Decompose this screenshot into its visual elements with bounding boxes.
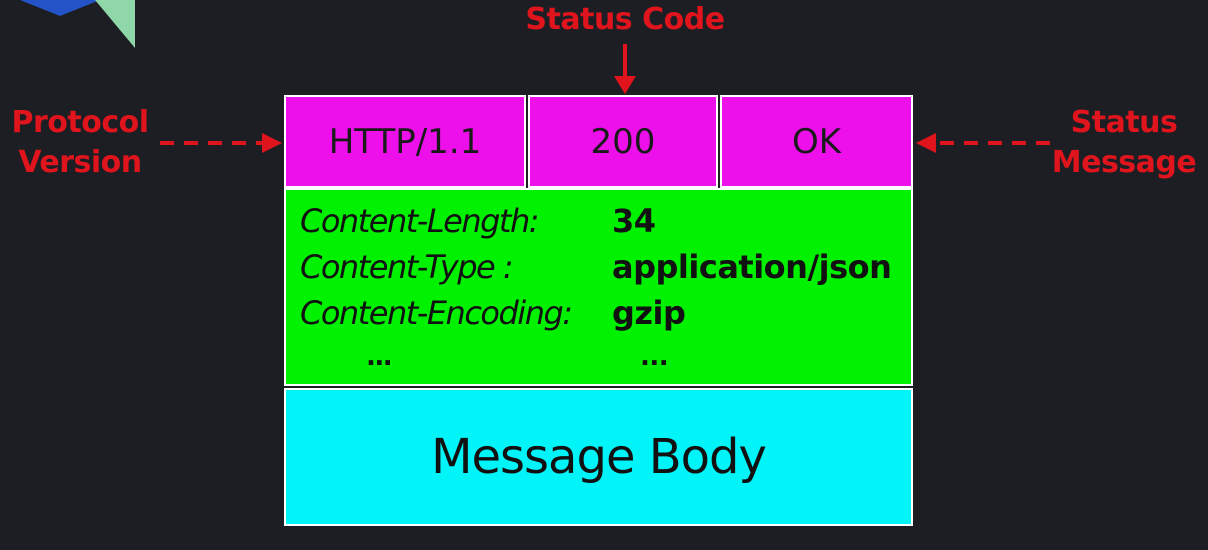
header-value: gzip: [612, 294, 686, 332]
header-name: Content-Encoding:: [300, 294, 573, 332]
header-value: 34: [612, 202, 656, 240]
header-name: Content-Type :: [300, 248, 514, 286]
header-name-ellipsis: ...: [366, 342, 393, 372]
protocol-arrowhead: [262, 133, 282, 153]
status-message-cell: OK: [720, 95, 913, 188]
header-value-ellipsis: ...: [640, 342, 669, 372]
status-code-cell: 200: [528, 95, 718, 188]
message-body-section: Message Body: [284, 388, 913, 526]
header-value: application/json: [612, 248, 892, 286]
status-message-arrowhead: [916, 133, 936, 153]
headers-section: Content-Length: 34 Content-Type : applic…: [284, 188, 913, 386]
protocol-version-cell: HTTP/1.1: [284, 95, 526, 188]
header-name: Content-Length:: [300, 202, 540, 240]
status-code-arrowhead: [614, 76, 636, 94]
